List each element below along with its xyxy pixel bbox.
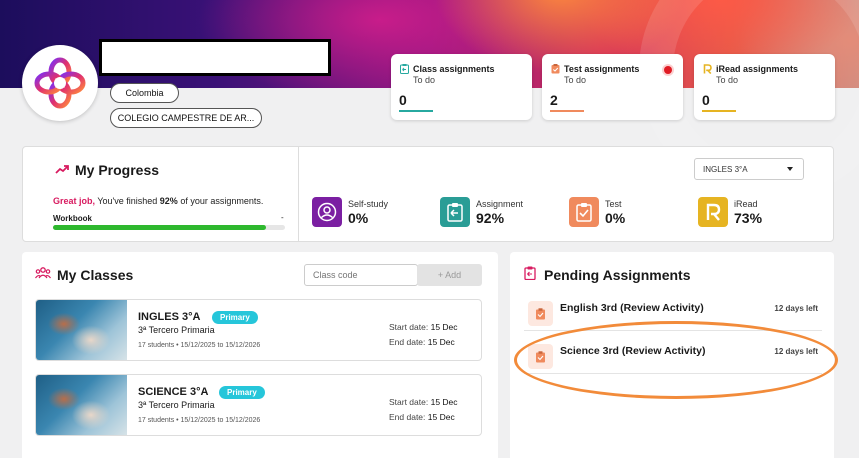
pending-item-icon-box [528,301,553,326]
class-grade: 3ª Tercero Primaria [138,400,215,410]
metric-label: Assignment [476,199,524,209]
class-meta: 17 students • 15/12/2025 to 15/12/2026 [138,342,261,349]
clipboard-check-icon [536,307,545,319]
trend-up-icon [55,165,69,174]
class-code-input[interactable] [304,264,418,286]
country-pill: Colombia [110,83,179,103]
progress-summary: My Progress Great job, You've finished 9… [23,147,299,241]
pending-assignments-panel: Pending Assignments English 3rd (Review … [510,252,834,458]
progress-message-suffix: of your assignments. [177,196,264,206]
metric-value: 73% [734,210,763,226]
class-dates: Start date: 15 Dec End date: 15 Dec [389,395,458,425]
start-date-label: Start date: [389,397,429,407]
pending-item[interactable]: English 3rd (Review Activity) 12 days le… [524,293,822,331]
card-value: 2 [550,92,558,108]
card-underline [550,110,584,112]
card-underline [702,110,736,112]
metric-label: Self-study [348,199,389,209]
pending-item-due: 12 days left [774,347,818,356]
group-people-icon [35,267,51,279]
iread-r-icon [706,203,721,221]
class-name: SCIENCE 3°A [138,386,209,398]
card-title: Class assignments [413,64,495,74]
clipboard-check-icon [551,64,560,74]
end-date: 15 Dec [427,337,455,347]
card-value: 0 [702,92,710,108]
clipboard-check-icon [536,350,545,362]
test-assignments-card[interactable]: Test assignments To do 2 [542,54,683,120]
caret-down-icon [787,167,793,171]
pending-item[interactable]: Science 3rd (Review Activity) 12 days le… [524,336,822,374]
person-circle-icon [317,202,337,222]
flower-logo-icon [34,57,86,109]
class-grade: 3ª Tercero Primaria [138,325,215,335]
class-assignments-card[interactable]: Class assignments To do 0 [391,54,532,120]
metric-value: 92% [476,210,505,226]
clipboard-return-icon [400,64,409,74]
end-date-label: End date: [389,337,426,347]
avatar[interactable] [22,45,98,121]
metric-value: 0% [605,210,626,226]
clipboard-return-icon [524,266,536,280]
progress-percent: 92% [159,196,178,206]
pending-assignments-title: Pending Assignments [544,267,691,283]
assignment-icon-box [440,197,470,227]
card-subtitle: To do [413,75,436,85]
class-thumbnail [36,375,127,435]
level-badge: Primary [212,311,258,324]
pending-item-due: 12 days left [774,304,818,313]
clipboard-return-icon [447,203,463,222]
iread-assignments-card[interactable]: iRead assignments To do 0 [694,54,835,120]
clipboard-check-icon [576,203,592,222]
card-value: 0 [399,92,407,108]
class-thumbnail [36,300,127,360]
my-progress-panel: My Progress Great job, You've finished 9… [22,146,834,242]
metric-label: iRead [734,199,758,209]
start-date: 15 Dec [430,397,458,407]
pending-item-icon-box [528,344,553,369]
school-pill[interactable]: COLEGIO CAMPESTRE DE AR... [110,108,262,128]
class-select[interactable]: INGLES 3°A [694,158,804,180]
class-card[interactable]: INGLES 3°A Primary 3ª Tercero Primaria 1… [35,299,482,361]
workbook-label: Workbook [53,214,92,223]
add-class-button[interactable]: + Add [417,264,482,286]
progress-highlight: Great job, [53,196,96,206]
class-card[interactable]: SCIENCE 3°A Primary 3ª Tercero Primaria … [35,374,482,436]
metric-value: 0% [348,210,369,226]
my-classes-title: My Classes [57,267,134,283]
card-subtitle: To do [716,75,739,85]
pending-item-name: Science 3rd (Review Activity) [560,345,706,357]
card-subtitle: To do [564,75,587,85]
my-classes-panel: My Classes + Add INGLES 3°A Primary 3ª T… [22,252,498,458]
notification-dot [664,66,672,74]
workbook-progress-bar [53,225,285,230]
class-dates: Start date: 15 Dec End date: 15 Dec [389,320,458,350]
workbook-value: - [281,213,284,222]
start-date: 15 Dec [430,322,458,332]
start-date-label: Start date: [389,322,429,332]
card-underline [399,110,433,112]
redacted-name-box [99,39,331,76]
end-date: 15 Dec [427,412,455,422]
progress-message: Great job, You've finished 92% of your a… [53,196,263,206]
iread-r-icon [703,64,712,74]
level-badge: Primary [219,386,265,399]
test-icon-box [569,197,599,227]
iread-icon-box [698,197,728,227]
card-title: iRead assignments [716,64,799,74]
class-select-value: INGLES 3°A [703,164,748,174]
end-date-label: End date: [389,412,426,422]
class-meta: 17 students • 15/12/2025 to 15/12/2026 [138,417,261,424]
card-title: Test assignments [564,64,640,74]
progress-title: My Progress [75,162,160,178]
metric-label: Test [605,199,622,209]
self-study-icon-box [312,197,342,227]
class-name: INGLES 3°A [138,311,201,323]
progress-message-prefix: You've finished [95,196,160,206]
workbook-progress-fill [53,225,267,230]
pending-item-name: English 3rd (Review Activity) [560,302,704,314]
